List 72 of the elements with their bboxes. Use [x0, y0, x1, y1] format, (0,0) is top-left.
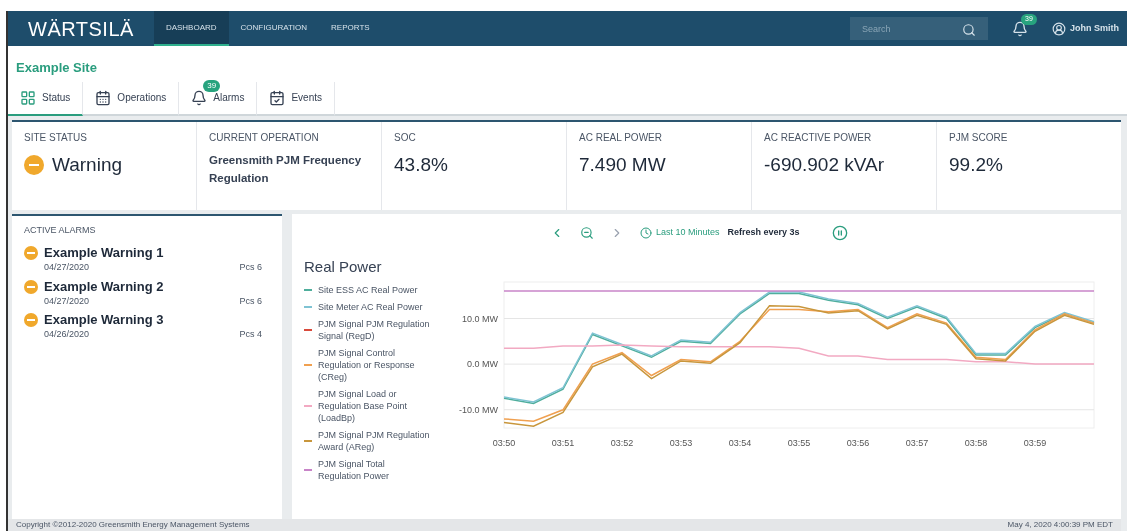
- alarm-name[interactable]: Example Warning 2: [44, 278, 270, 295]
- x-tick-label: 03:59: [1023, 437, 1047, 448]
- pause-icon[interactable]: [831, 224, 848, 241]
- bell-icon: [191, 89, 208, 106]
- legend-label[interactable]: PJM Signal Load or Regulation Base Point (LoadBp): [318, 388, 430, 424]
- alarm-date: 04/27/2020: [44, 294, 90, 308]
- alarm-source: Pcs 6: [239, 261, 262, 274]
- alarm-source: Pcs 6: [239, 294, 262, 308]
- x-tick-label: 03:56: [846, 437, 870, 448]
- x-tick-label: 03:55: [787, 437, 811, 448]
- warning-icon: [24, 246, 38, 260]
- y-tick-label: 0.0 MW: [467, 358, 498, 369]
- x-tick-label: 03:57: [905, 437, 929, 448]
- search-icon[interactable]: [962, 23, 976, 37]
- chart-title: Real Power: [304, 256, 383, 277]
- x-tick-label: 03:53: [669, 437, 693, 448]
- x-tick-label: 03:51: [551, 437, 575, 448]
- warning-icon: [24, 313, 38, 327]
- stat-value: Greensmith PJM Frequency Regulation: [209, 152, 363, 186]
- user-name[interactable]: John Smith: [1070, 21, 1119, 36]
- alarm-source: Pcs 4: [239, 328, 262, 341]
- tab[interactable]: Alarms 39: [179, 81, 258, 116]
- grid-icon: [20, 89, 36, 106]
- logo: WÄRTSILÄ: [27, 16, 135, 42]
- stat-value: -690.902 kVAr: [764, 152, 886, 177]
- x-tick-label: 03:50: [492, 437, 516, 448]
- legend-label[interactable]: PJM Signal Control Regulation or Response (CReg): [318, 347, 430, 383]
- site-title: Example Site: [15, 59, 98, 77]
- time-range-link[interactable]: Last 10 Minutes: [656, 225, 720, 240]
- stat-label: PJM SCORE: [949, 130, 1009, 145]
- legend-label[interactable]: Site Meter AC Real Power: [318, 301, 430, 313]
- stat-label: CURRENT OPERATION: [209, 130, 320, 145]
- tab[interactable]: Operations: [83, 81, 180, 116]
- clock-icon: [640, 226, 652, 239]
- legend-label[interactable]: PJM Signal Total Regulation Power: [318, 458, 430, 482]
- user-icon: [1052, 21, 1066, 36]
- bell-icon[interactable]: [1012, 20, 1028, 37]
- stat-value: 7.490 MW: [579, 152, 667, 177]
- nav-tab[interactable]: DASHBOARD: [153, 11, 229, 46]
- copyright-text: Copyright ©2012-2020 Greensmith Energy Management Systems: [16, 519, 250, 531]
- panel-title: ACTIVE ALARMS: [24, 223, 97, 237]
- stat-value: 43.8%: [394, 152, 449, 177]
- timestamp: May 4, 2020 4:00:39 PM EDT: [1007, 519, 1113, 531]
- search-field[interactable]: Search: [850, 17, 988, 40]
- calendar-check-icon: [269, 89, 286, 106]
- nav-tab[interactable]: CONFIGURATION: [228, 11, 320, 46]
- nav-tab[interactable]: REPORTS: [319, 11, 382, 46]
- alarm-date: 04/27/2020: [44, 261, 90, 274]
- stat-value: 99.2%: [949, 152, 1004, 177]
- calendar-icon: [95, 89, 112, 106]
- warning-icon: [24, 154, 44, 175]
- stat-label: SITE STATUS: [24, 130, 88, 145]
- legend-label[interactable]: PJM Signal PJM Regulation Award (AReg): [318, 429, 430, 453]
- y-tick-label: 10.0 MW: [462, 313, 498, 323]
- zoom-out-icon[interactable]: [580, 225, 594, 240]
- x-tick-label: 03:52: [610, 437, 634, 448]
- warning-icon: [24, 279, 38, 294]
- alarm-count-badge: 39: [203, 79, 221, 92]
- stat-label: AC REAL POWER: [579, 130, 663, 145]
- y-tick-label: -10.0 MW: [459, 404, 498, 415]
- tab[interactable]: Events: [257, 81, 335, 116]
- alarm-name[interactable]: Example Warning 3: [44, 312, 270, 328]
- legend-label[interactable]: Site ESS AC Real Power: [318, 284, 430, 296]
- x-tick-label: 03:54: [728, 437, 752, 448]
- legend-label[interactable]: PJM Signal PJM Regulation Signal (RegD): [318, 318, 430, 342]
- stat-label: AC REACTIVE POWER: [764, 130, 873, 145]
- alarm-name[interactable]: Example Warning 1: [44, 245, 270, 261]
- x-tick-label: 03:58: [964, 437, 988, 448]
- stat-value: Warning: [52, 152, 123, 177]
- stat-label: SOC: [394, 130, 417, 145]
- alarm-date: 04/26/2020: [44, 328, 90, 341]
- refresh-text: Refresh every 3s: [727, 225, 800, 239]
